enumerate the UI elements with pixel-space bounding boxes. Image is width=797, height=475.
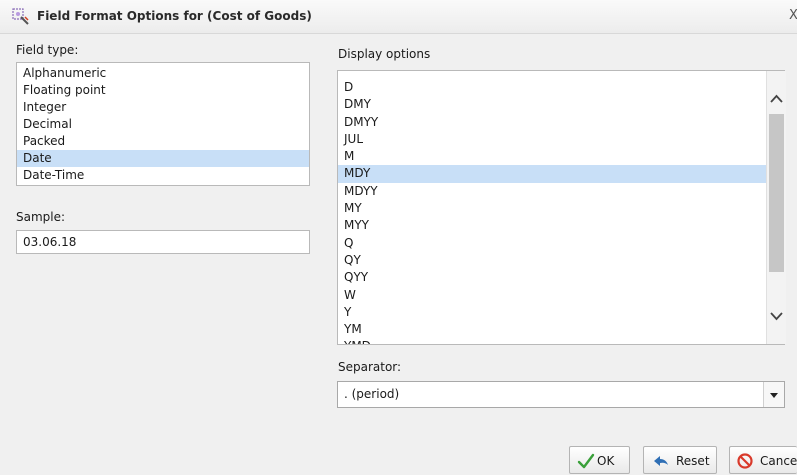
display-option-item[interactable]: Q (338, 235, 766, 252)
scrollbar-thumb[interactable] (769, 114, 784, 272)
chevron-down-icon[interactable] (767, 302, 786, 330)
separator-value: . (period) (344, 387, 400, 401)
display-option-item[interactable]: D (338, 79, 766, 96)
no-entry-icon (737, 453, 754, 472)
display-option-item[interactable]: MY (338, 200, 766, 217)
display-option-item[interactable]: MDY (338, 165, 766, 183)
display-option-item[interactable]: W (338, 287, 766, 304)
chevron-up-icon[interactable] (767, 85, 786, 113)
sample-label: Sample: (16, 210, 66, 224)
field-type-list[interactable]: Alphanumeric Floating point Integer Decimal… (16, 62, 310, 186)
field-type-item[interactable]: Floating point (17, 82, 309, 99)
checkmark-icon (577, 453, 595, 472)
close-icon[interactable]: X (789, 8, 797, 23)
dialog-title: Field Format Options for (Cost of Goods) (37, 9, 312, 23)
display-option-item[interactable]: MDYY (338, 183, 766, 200)
display-options-scrollbar[interactable] (766, 71, 786, 344)
display-options-label: Display options (338, 47, 431, 61)
field-type-item[interactable]: Packed (17, 133, 309, 150)
display-option-item[interactable]: QYY (338, 269, 766, 286)
display-option-item[interactable]: DMY (338, 96, 766, 113)
field-type-item[interactable]: Integer (17, 99, 309, 116)
separator-label: Separator: (338, 360, 402, 374)
field-type-label: Field type: (16, 43, 79, 57)
cancel-label: Cancel (760, 454, 797, 468)
reset-button[interactable]: Reset (643, 446, 717, 474)
cancel-button[interactable]: Cancel (729, 446, 797, 474)
field-type-item[interactable]: Date (17, 150, 309, 167)
ok-button[interactable]: OK (569, 446, 630, 474)
field-type-item[interactable]: Alphanumeric (17, 65, 309, 82)
display-option-item[interactable]: YM (338, 321, 766, 338)
separator-dropdown[interactable]: . (period) (337, 381, 785, 408)
display-option-item[interactable]: Y (338, 304, 766, 321)
display-option-item[interactable]: JUL (338, 131, 766, 148)
dialog-titlebar: Field Format Options for (Cost of Goods)… (0, 0, 797, 34)
display-options-listbox[interactable]: DDMYDMYYJULMMDYMDYYMYMYYQQYQYYWYYMYMD (337, 70, 785, 345)
display-option-item[interactable]: YMD (338, 338, 766, 344)
display-option-item[interactable]: M (338, 148, 766, 165)
reset-label: Reset (676, 454, 710, 468)
display-option-item[interactable]: MYY (338, 217, 766, 234)
field-type-item[interactable]: Date-Time (17, 167, 309, 184)
display-option-item[interactable]: DMYY (338, 114, 766, 131)
ok-label: OK (597, 454, 615, 468)
field-format-icon (12, 8, 30, 26)
display-option-item[interactable]: QY (338, 252, 766, 269)
field-type-item[interactable]: Decimal (17, 116, 309, 133)
dropdown-arrow-icon[interactable] (763, 382, 784, 407)
undo-arrow-icon (652, 453, 670, 472)
sample-field: 03.06.18 (16, 230, 310, 254)
display-options-list: DDMYDMYYJULMMDYMDYYMYMYYQQYQYYWYYMYMD (338, 79, 766, 344)
